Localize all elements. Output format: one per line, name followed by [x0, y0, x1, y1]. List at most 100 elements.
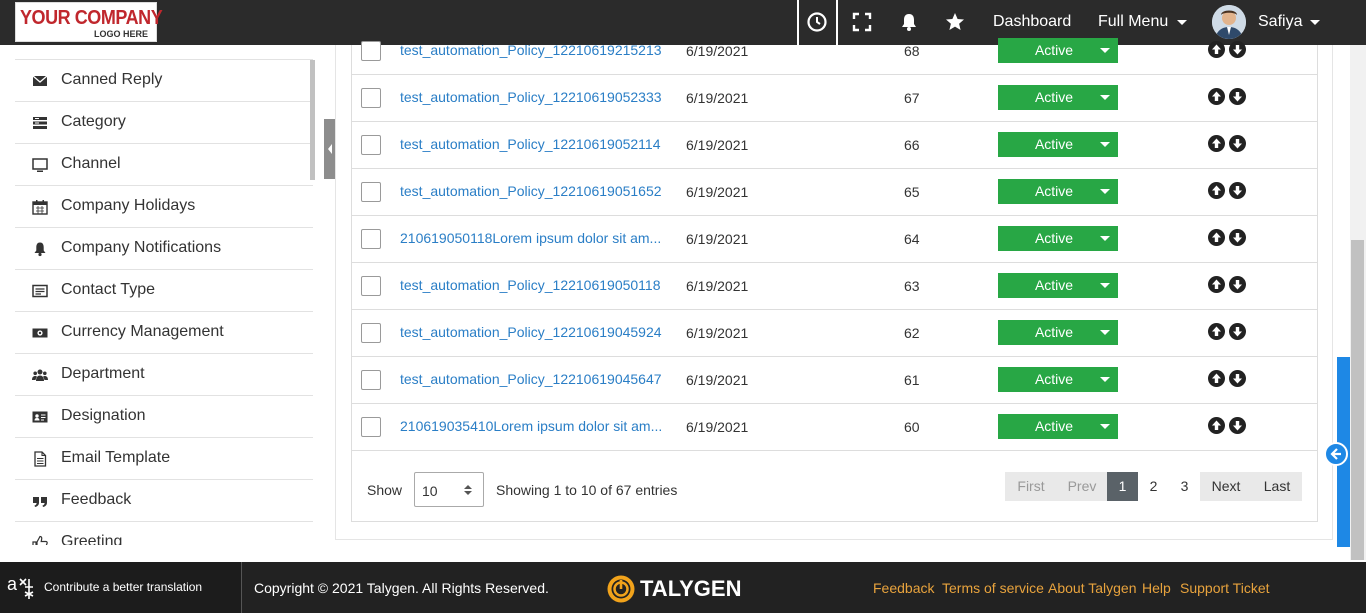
- policy-name-link[interactable]: test_automation_Policy_12210619045647: [400, 371, 668, 387]
- chevron-down-icon: [1100, 142, 1110, 147]
- status-dropdown[interactable]: Active: [998, 132, 1118, 157]
- chevron-down-icon: [1100, 424, 1110, 429]
- footer-link-support-ticket[interactable]: Support Ticket: [1180, 580, 1270, 596]
- sidebar-item-department[interactable]: Department: [15, 354, 313, 396]
- policy-name-link[interactable]: 210619035410Lorem ipsum dolor sit am...: [400, 418, 668, 434]
- sidebar-item-canned-reply[interactable]: Canned Reply: [15, 60, 313, 102]
- policy-name-link[interactable]: 210619050118Lorem ipsum dolor sit am...: [400, 230, 668, 246]
- sidebar-item-company-notifications[interactable]: Company Notifications: [15, 228, 313, 270]
- page-size-value: 10: [422, 483, 438, 499]
- policy-name-link[interactable]: test_automation_Policy_12210619050118: [400, 277, 668, 293]
- translate-icon: a: [7, 574, 34, 599]
- row-checkbox[interactable]: [361, 41, 381, 61]
- translate-widget[interactable]: a Contribute a better translation: [0, 562, 242, 613]
- move-down-icon[interactable]: [1229, 135, 1246, 152]
- move-down-icon[interactable]: [1229, 88, 1246, 105]
- policy-name-link[interactable]: test_automation_Policy_12210619045924: [400, 324, 668, 340]
- translate-link[interactable]: Contribute a better translation: [44, 580, 202, 594]
- policy-name-link[interactable]: test_automation_Policy_12210619215213: [400, 42, 668, 58]
- money-icon: [32, 328, 48, 338]
- chevron-down-icon: [1177, 20, 1187, 25]
- talygen-brand: TALYGEN: [640, 576, 742, 601]
- move-down-icon[interactable]: [1229, 323, 1246, 340]
- policy-name-link[interactable]: test_automation_Policy_12210619052333: [400, 89, 668, 105]
- pagination-page-1[interactable]: 1: [1107, 472, 1138, 501]
- sidebar-item-contact-type[interactable]: Contact Type: [15, 270, 313, 312]
- row-checkbox[interactable]: [361, 323, 381, 343]
- side-drawer-toggle[interactable]: [1324, 442, 1348, 466]
- move-up-icon[interactable]: [1208, 323, 1225, 340]
- status-label: Active: [1034, 230, 1074, 246]
- pagination-first[interactable]: First: [1005, 472, 1057, 501]
- move-up-icon[interactable]: [1208, 41, 1225, 58]
- policy-name-link[interactable]: test_automation_Policy_12210619052114: [400, 136, 668, 152]
- id-card-icon: [32, 411, 48, 423]
- row-checkbox[interactable]: [361, 135, 381, 155]
- sidebar-item-label: Contact Type: [61, 281, 155, 298]
- move-up-icon[interactable]: [1208, 229, 1225, 246]
- row-checkbox[interactable]: [361, 229, 381, 249]
- status-dropdown[interactable]: Active: [998, 320, 1118, 345]
- talygen-logo-icon: [607, 575, 635, 603]
- move-down-icon[interactable]: [1229, 276, 1246, 293]
- move-up-icon[interactable]: [1208, 276, 1225, 293]
- sidebar-item-company-holidays[interactable]: Company Holidays: [15, 186, 313, 228]
- status-dropdown[interactable]: Active: [998, 414, 1118, 439]
- row-checkbox[interactable]: [361, 88, 381, 108]
- sidebar-scrollbar[interactable]: [310, 60, 315, 180]
- move-up-icon[interactable]: [1208, 88, 1225, 105]
- move-up-icon[interactable]: [1208, 182, 1225, 199]
- move-down-icon[interactable]: [1229, 41, 1246, 58]
- sidebar-item-greeting[interactable]: Greeting: [15, 522, 313, 545]
- page-size-select[interactable]: 10: [414, 472, 484, 507]
- sidebar-item-label: Feedback: [61, 491, 132, 508]
- sidebar-item-label: Company Holidays: [61, 197, 196, 214]
- chevron-down-icon: [1100, 377, 1110, 382]
- status-label: Active: [1034, 324, 1074, 340]
- company-logo[interactable]: YOUR COMPANY LOGO HERE: [15, 2, 163, 42]
- move-down-icon[interactable]: [1229, 182, 1246, 199]
- arrow-left-circle-icon: [1330, 448, 1341, 460]
- chevron-down-icon: [1100, 283, 1110, 288]
- sidebar-item-partial[interactable]: [15, 45, 313, 60]
- row-checkbox[interactable]: [361, 370, 381, 390]
- move-down-icon[interactable]: [1229, 370, 1246, 387]
- sidebar-item-designation[interactable]: Designation: [15, 396, 313, 438]
- status-dropdown[interactable]: Active: [998, 85, 1118, 110]
- move-up-icon[interactable]: [1208, 135, 1225, 152]
- move-down-icon[interactable]: [1229, 229, 1246, 246]
- status-dropdown[interactable]: Active: [998, 367, 1118, 392]
- sidebar-item-email-template[interactable]: Email Template: [15, 438, 313, 480]
- move-up-icon[interactable]: [1208, 417, 1225, 434]
- footer-link-about[interactable]: About Talygen: [1048, 580, 1136, 596]
- footer-link-feedback[interactable]: Feedback: [873, 580, 934, 596]
- policy-name-link[interactable]: test_automation_Policy_12210619051652: [400, 183, 668, 199]
- sidebar-item-currency-management[interactable]: Currency Management: [15, 312, 313, 354]
- sidebar-item-category[interactable]: Category: [15, 102, 313, 144]
- footer-bar: a Contribute a better translation Copyri…: [0, 562, 1366, 613]
- pagination-page-2[interactable]: 2: [1138, 472, 1169, 501]
- chevron-down-icon: [1100, 48, 1110, 53]
- status-dropdown[interactable]: Active: [998, 273, 1118, 298]
- row-checkbox[interactable]: [361, 182, 381, 202]
- pagination-last[interactable]: Last: [1252, 472, 1302, 501]
- sidebar-item-channel[interactable]: Channel: [15, 144, 313, 186]
- move-down-icon[interactable]: [1229, 417, 1246, 434]
- status-dropdown[interactable]: Active: [998, 179, 1118, 204]
- status-label: Active: [1034, 277, 1074, 293]
- status-dropdown[interactable]: Active: [998, 226, 1118, 251]
- pagination-page-3[interactable]: 3: [1169, 472, 1200, 501]
- status-label: Active: [1034, 42, 1074, 58]
- pagination-prev[interactable]: Prev: [1057, 472, 1107, 501]
- policy-date: 6/19/2021: [686, 137, 749, 153]
- table-row: test_automation_Policy_12210619045924 6/…: [352, 310, 1317, 357]
- row-checkbox[interactable]: [361, 276, 381, 296]
- page-scrollbar-thumb[interactable]: [1351, 240, 1364, 560]
- sidebar-item-feedback[interactable]: Feedback: [15, 480, 313, 522]
- status-dropdown[interactable]: Active: [998, 38, 1118, 63]
- footer-link-help[interactable]: Help: [1142, 580, 1171, 596]
- row-checkbox[interactable]: [361, 417, 381, 437]
- footer-link-terms[interactable]: Terms of service: [942, 580, 1044, 596]
- move-up-icon[interactable]: [1208, 370, 1225, 387]
- pagination-next[interactable]: Next: [1200, 472, 1252, 501]
